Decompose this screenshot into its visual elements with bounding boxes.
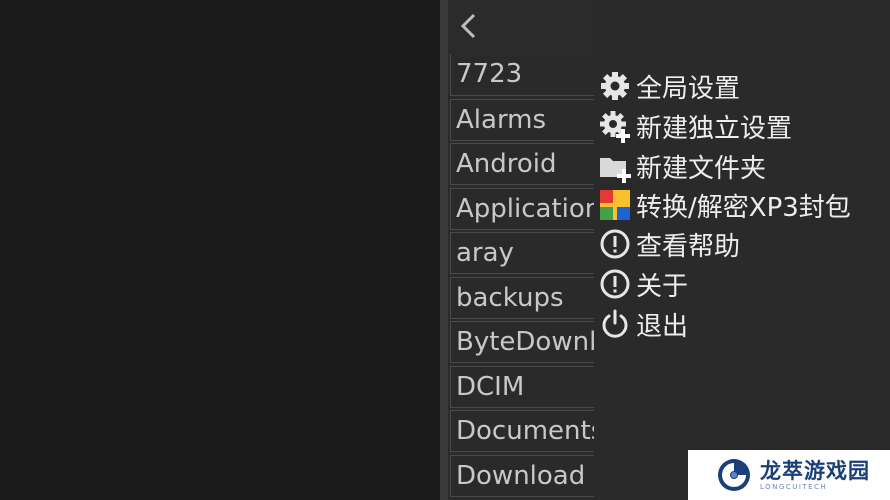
menu-item-about[interactable]: 关于 [598,266,688,302]
panel-divider[interactable] [440,0,448,500]
exclamation-circle-icon [598,267,632,301]
list-item[interactable]: Download [450,455,594,497]
watermark-title: 龙萃游戏园 [760,458,870,483]
list-item[interactable]: ByteDownload [450,321,594,363]
list-item[interactable]: 7723 [450,54,594,96]
watermark-logo-icon [718,459,750,491]
list-item[interactable]: Android [450,143,594,185]
gear-plus-icon [598,109,632,143]
menu-item-global-settings[interactable]: 全局设置 [598,68,740,104]
menu-item-label: 新建文件夹 [636,153,767,184]
power-icon [598,307,632,341]
list-item[interactable]: backups [450,277,594,319]
back-button[interactable] [448,0,594,50]
menu-item-exit[interactable]: 退出 [598,306,688,342]
watermark-subtitle: LONGCUITECH [760,482,828,491]
menu-item-help[interactable]: 查看帮助 [598,226,740,262]
menu-item-new-folder[interactable]: 新建文件夹 [598,148,766,184]
list-item[interactable]: Alarms [450,99,594,141]
file-list: 7723 Alarms Android Applications aray ba… [448,0,594,500]
menu-item-label: 转换/解密XP3封包 [636,192,851,223]
menu-item-label: 新建独立设置 [636,113,793,144]
exclamation-circle-icon [598,227,632,261]
menu-item-convert-xp3[interactable]: 转换/解密XP3封包 [598,187,851,223]
list-item[interactable]: Applications [450,188,594,230]
gear-icon [598,69,632,103]
list-item[interactable]: aray [450,232,594,274]
menu-item-label: 查看帮助 [636,231,741,262]
context-menu: 全局设置 新建独立设置 新建文件夹 转换/解密XP3封包 查看帮助 关于 退出 [594,0,890,500]
menu-item-label: 关于 [636,271,689,302]
list-item[interactable]: DCIM [450,366,594,408]
empty-content-area [0,0,440,500]
colored-package-icon [598,188,632,222]
menu-item-new-independent-settings[interactable]: 新建独立设置 [598,108,792,144]
menu-item-label: 全局设置 [636,73,741,104]
watermark: 龙萃游戏园 LONGCUITECH [688,450,890,500]
folder-plus-icon [598,149,632,183]
list-item[interactable]: Documents [450,410,594,452]
menu-item-label: 退出 [636,311,689,342]
chevron-left-icon [460,13,476,39]
